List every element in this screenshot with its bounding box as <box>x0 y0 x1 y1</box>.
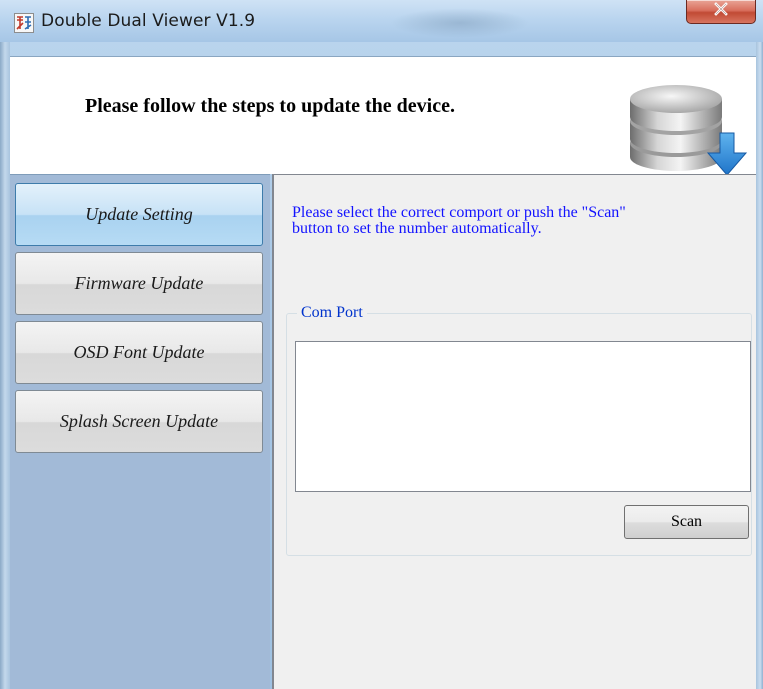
close-icon <box>713 2 729 21</box>
instruction-line-2: button to set the number automatically. <box>292 220 542 237</box>
window-frame-right <box>756 42 763 689</box>
content-panel: Please select the correct comport or pus… <box>272 174 756 689</box>
window-title: Double Dual Viewer V1.9 <box>41 11 256 31</box>
app-window: Double Dual Viewer V1.9 Please follow th… <box>0 0 763 689</box>
app-logo-icon[interactable] <box>14 13 34 33</box>
header-panel: Please follow the steps to update the de… <box>10 56 756 176</box>
close-button[interactable] <box>686 0 756 24</box>
scan-button[interactable]: Scan <box>624 505 749 539</box>
nav-update-setting[interactable]: Update Setting <box>15 183 263 246</box>
title-bar[interactable]: Double Dual Viewer V1.9 <box>0 0 763 42</box>
instruction-text: Please select the correct comport or pus… <box>292 205 742 237</box>
title-bar-sheen <box>390 8 530 38</box>
com-port-group: Com Port Scan <box>286 304 752 556</box>
com-port-list[interactable] <box>295 341 751 492</box>
sidebar-nav: Update Setting Firmware Update OSD Font … <box>10 174 270 689</box>
database-download-icon <box>622 71 750 183</box>
instruction-line-1: Please select the correct comport or pus… <box>292 204 626 221</box>
header-message: Please follow the steps to update the de… <box>85 95 455 117</box>
window-frame-left <box>0 42 10 689</box>
nav-firmware-update[interactable]: Firmware Update <box>15 252 263 315</box>
nav-osd-font-update[interactable]: OSD Font Update <box>15 321 263 384</box>
nav-splash-screen-update[interactable]: Splash Screen Update <box>15 390 263 453</box>
com-port-label: Com Port <box>297 304 367 322</box>
